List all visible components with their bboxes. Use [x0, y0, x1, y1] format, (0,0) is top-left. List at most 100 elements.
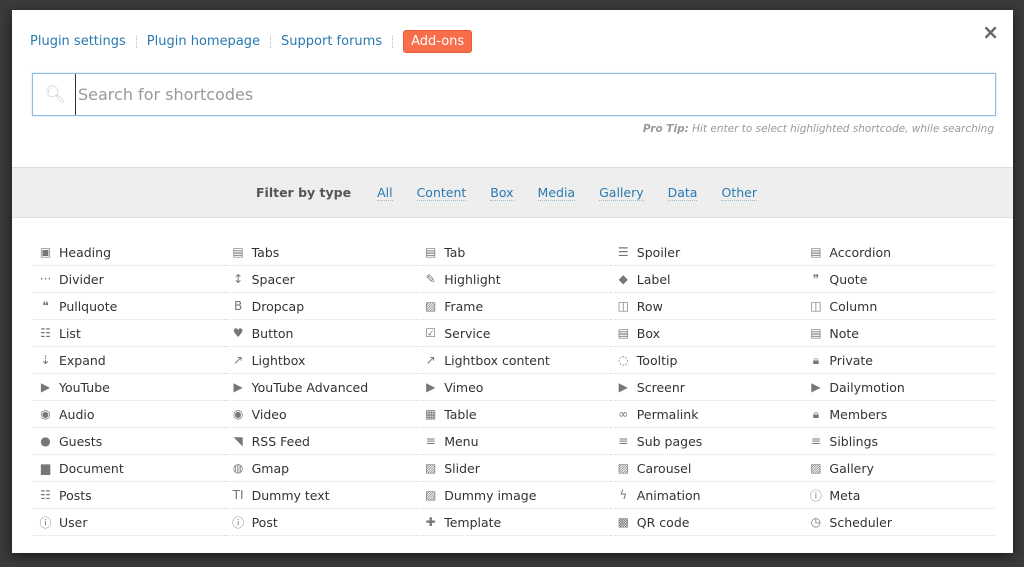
shortcode-label: Expand: [59, 352, 106, 368]
search-input[interactable]: [75, 74, 987, 115]
shortcode-label: Permalink: [636, 406, 699, 422]
pro-tip-text: Hit enter to select highlighted shortcod…: [688, 123, 994, 135]
support-forums-link[interactable]: Support forums: [281, 34, 382, 49]
shortcode-label: Video: [251, 406, 287, 422]
shortcode-guests[interactable]: ● Guests: [32, 428, 225, 455]
shortcode-template[interactable]: ✚ Template: [417, 509, 610, 536]
shortcode-label: Row: [636, 298, 663, 314]
shortcode-note[interactable]: ▤ Note: [802, 320, 995, 347]
add-ons-button[interactable]: Add-ons: [403, 30, 473, 53]
filter-other[interactable]: Other: [721, 185, 757, 201]
shortcode-label: Note: [829, 325, 859, 341]
shortcode-youtube[interactable]: ▶ YouTube: [32, 374, 225, 401]
shortcode-frame[interactable]: ▨ Frame: [417, 293, 610, 320]
filter-box[interactable]: Box: [490, 185, 514, 201]
list-alt-icon: ▤: [232, 245, 244, 259]
shortcode-tabs[interactable]: ▤ Tabs: [224, 239, 418, 266]
shortcode-label: Accordion: [829, 244, 892, 260]
picture-icon: ▨: [425, 461, 437, 475]
list-alt-icon: ▤: [810, 326, 822, 340]
shortcode-meta[interactable]: ⓘ Meta: [802, 482, 995, 509]
shortcode-private[interactable]: 🔒︎ Private: [802, 347, 995, 374]
shortcode-highlight[interactable]: ✎ Highlight: [417, 266, 610, 293]
shortcode-gallery[interactable]: ▨ Gallery: [802, 455, 995, 482]
shortcode-spoiler[interactable]: ☰ Spoiler: [609, 239, 803, 266]
shortcode-heading[interactable]: ▣ Heading: [32, 239, 225, 266]
filter-data[interactable]: Data: [667, 185, 698, 201]
shortcode-divider[interactable]: ··· Divider: [32, 266, 225, 293]
shortcode-user[interactable]: ⓘ User: [32, 509, 225, 536]
shortcode-sub-pages[interactable]: ≡ Sub pages: [609, 428, 803, 455]
shortcode-slider[interactable]: ▨ Slider: [417, 455, 610, 482]
shortcode-animation[interactable]: ϟ Animation: [609, 482, 803, 509]
shortcode-accordion[interactable]: ▤ Accordion: [802, 239, 995, 266]
shortcode-post[interactable]: ⓘ Post: [224, 509, 418, 536]
shortcode-box[interactable]: ▤ Box: [609, 320, 803, 347]
external-link-icon: ↗: [233, 353, 244, 367]
shortcode-label[interactable]: ◆ Label: [609, 266, 803, 293]
shortcode-list[interactable]: ☷ List: [32, 320, 225, 347]
shortcode-document[interactable]: ▆ Document: [32, 455, 225, 482]
filter-media[interactable]: Media: [537, 185, 576, 201]
shortcode-posts[interactable]: ☷ Posts: [32, 482, 225, 509]
plugin-homepage-link[interactable]: Plugin homepage: [147, 34, 260, 49]
info-circle-icon: ⓘ: [39, 515, 52, 530]
shortcode-dropcap[interactable]: B Dropcap: [224, 293, 418, 320]
shortcode-youtube-advanced[interactable]: ▶ YouTube Advanced: [224, 374, 418, 401]
shortcode-tab[interactable]: ▤ Tab: [417, 239, 610, 266]
filter-gallery[interactable]: Gallery: [599, 185, 644, 201]
shortcode-label: Table: [444, 406, 477, 422]
shortcode-column[interactable]: ◫ Column: [802, 293, 995, 320]
bars-icon: ≡: [618, 434, 629, 448]
shortcode-label: Siblings: [829, 433, 879, 449]
shortcode-members[interactable]: 🔒︎ Members: [802, 401, 995, 428]
plugin-settings-link[interactable]: Plugin settings: [30, 34, 126, 49]
shortcode-permalink[interactable]: ∞ Permalink: [609, 401, 803, 428]
shortcode-expand[interactable]: ⇣ Expand: [32, 347, 225, 374]
shortcode-quote[interactable]: ❞ Quote: [802, 266, 995, 293]
shortcode-vimeo[interactable]: ▶ Vimeo: [417, 374, 610, 401]
shortcode-lightbox[interactable]: ↗ Lightbox: [224, 347, 418, 374]
shortcode-label: Column: [829, 298, 878, 314]
shortcode-label: Gmap: [251, 460, 290, 476]
shortcode-service[interactable]: ☑ Service: [417, 320, 610, 347]
shortcode-rss-feed[interactable]: ◥ RSS Feed: [224, 428, 418, 455]
shortcode-siblings[interactable]: ≡ Siblings: [802, 428, 995, 455]
list-alt-icon: ▤: [810, 245, 822, 259]
search-box: 🔍︎: [32, 73, 996, 116]
comment-icon: ◌: [618, 353, 629, 367]
shortcode-label: Lightbox content: [444, 352, 550, 368]
shortcode-row[interactable]: ◫ Row: [609, 293, 803, 320]
shortcode-video[interactable]: ◉ Video: [224, 401, 418, 428]
shortcode-label: Post: [251, 514, 278, 530]
filter-all[interactable]: All: [377, 185, 393, 201]
shortcode-carousel[interactable]: ▨ Carousel: [609, 455, 803, 482]
shortcode-spacer[interactable]: ↕ Spacer: [224, 266, 418, 293]
shortcode-dailymotion[interactable]: ▶ Dailymotion: [802, 374, 995, 401]
shortcode-tooltip[interactable]: ◌ Tooltip: [609, 347, 803, 374]
shortcode-label: Divider: [59, 271, 104, 287]
shortcode-qr-code[interactable]: ▩ QR code: [609, 509, 803, 536]
shortcode-dummy-text[interactable]: TI Dummy text: [224, 482, 418, 509]
play-square-icon: ▶: [426, 380, 436, 394]
shortcode-dummy-image[interactable]: ▨ Dummy image: [417, 482, 610, 509]
shortcode-menu[interactable]: ≡ Menu: [417, 428, 610, 455]
shortcode-scheduler[interactable]: ◷ Scheduler: [802, 509, 995, 536]
bolt-icon: ϟ: [619, 488, 628, 502]
shortcode-pullquote[interactable]: ❝ Pullquote: [32, 293, 225, 320]
shortcode-screenr[interactable]: ▶ Screenr: [609, 374, 803, 401]
shortcode-lightbox-content[interactable]: ↗ Lightbox content: [417, 347, 610, 374]
shortcode-label: QR code: [636, 514, 690, 530]
puzzle-icon: ✚: [425, 515, 436, 529]
bold-icon: B: [233, 299, 243, 313]
filter-content[interactable]: Content: [416, 185, 467, 201]
shortcode-table[interactable]: ▦ Table: [417, 401, 610, 428]
shortcode-button[interactable]: ♥ Button: [224, 320, 418, 347]
file-text-icon: ▆: [40, 461, 51, 475]
shortcode-audio[interactable]: ◉ Audio: [32, 401, 225, 428]
shortcode-label: Template: [444, 514, 502, 530]
shortcode-gmap[interactable]: ◍ Gmap: [224, 455, 418, 482]
bars-icon: ≡: [425, 434, 436, 448]
close-icon[interactable]: ×: [982, 20, 999, 44]
shortcode-label: Carousel: [636, 460, 692, 476]
